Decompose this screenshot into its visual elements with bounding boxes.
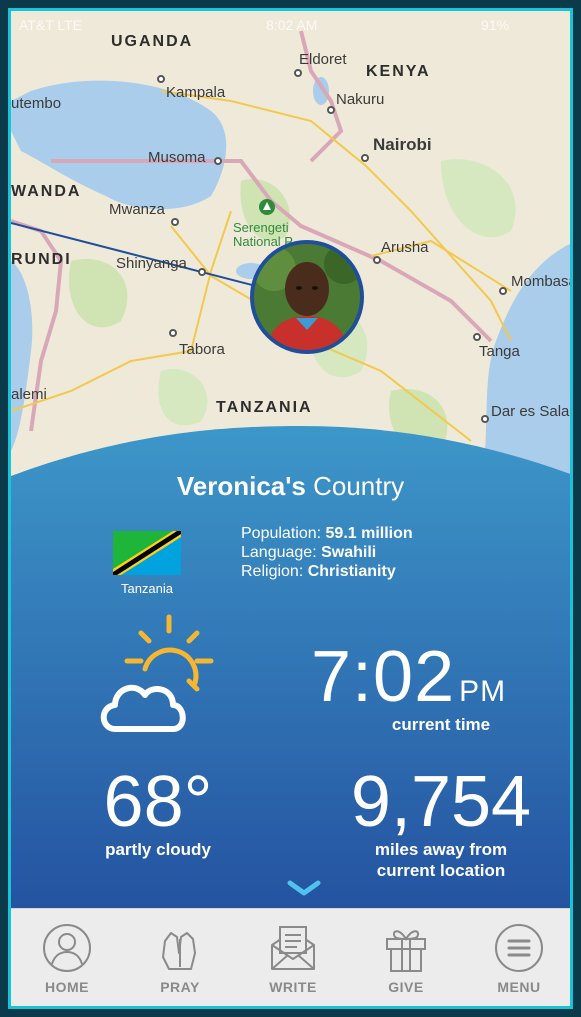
map-label-kenya: KENYA <box>366 63 431 80</box>
map-label-eldoret: Eldoret <box>299 51 347 68</box>
temperature-value: 68° <box>103 762 213 842</box>
panel-title: Veronica's Country <box>11 471 570 502</box>
time-label: current time <box>391 715 491 734</box>
tab-label: PRAY <box>160 979 200 995</box>
distance-label: miles away from current location <box>331 839 551 881</box>
country-facts: Population: 59.1 million Language: Swahi… <box>241 524 413 581</box>
city-dot <box>214 157 222 165</box>
city-dot <box>327 106 335 114</box>
tab-label: MENU <box>497 979 541 995</box>
population-value: 59.1 million <box>325 525 413 542</box>
tab-label: GIVE <box>388 979 424 995</box>
park-icon <box>259 199 275 215</box>
tab-label: HOME <box>45 979 89 995</box>
map-label-mwanza: Mwanza <box>109 201 165 218</box>
tab-label: WRITE <box>269 979 317 995</box>
gift-icon <box>386 930 426 972</box>
map-label-rwanda: WANDA <box>11 183 82 200</box>
phone-screen: AT&T LTE 8:02 AM 91% UGANDA Eldoret KENY… <box>8 8 573 1009</box>
map-label-uganda: UGANDA <box>111 33 194 50</box>
map-label-tabora: Tabora <box>179 341 225 358</box>
child-name: Veronica's <box>176 471 306 501</box>
partly-cloudy-icon <box>100 614 214 732</box>
distance-label-line1: miles away from <box>374 840 508 859</box>
local-time: 7:02 PM <box>311 636 570 718</box>
child-avatar[interactable] <box>250 240 364 354</box>
distance-value: 9,754 <box>350 762 532 842</box>
city-dot <box>169 329 177 337</box>
map-label-shinyanga: Shinyanga <box>116 255 187 272</box>
country-panel: Veronica's Country Tanzania Population: … <box>11 421 570 915</box>
map-label-entebbe: utembo <box>11 95 62 112</box>
flag-label: Tanzania <box>120 581 174 596</box>
city-dot <box>294 69 302 77</box>
language-row: Language: Swahili <box>241 543 413 562</box>
population-row: Population: 59.1 million <box>241 524 413 543</box>
city-dot <box>373 256 381 264</box>
language-value: Swahili <box>321 544 377 561</box>
chevron-down-icon[interactable] <box>286 879 322 897</box>
tab-menu[interactable]: MENU <box>463 909 570 1006</box>
population-label: Population: <box>241 525 326 542</box>
city-dot <box>198 268 206 276</box>
clock-text: 8:02 AM <box>266 17 318 33</box>
map-label-kalemie: alemi <box>11 386 47 403</box>
map-label-dar: Dar es Sala <box>491 403 570 420</box>
map-label-tanga: Tanga <box>479 343 520 360</box>
envelope-letter-icon <box>271 926 315 970</box>
city-dot <box>473 333 481 341</box>
app-frame: AT&T LTE 8:02 AM 91% UGANDA Eldoret KENY… <box>0 0 581 1017</box>
map-label-nakuru: Nakuru <box>336 91 385 108</box>
tab-give[interactable]: GIVE <box>350 909 462 1006</box>
child-photo <box>254 244 360 350</box>
person-icon <box>43 924 91 972</box>
language-label: Language: <box>241 544 322 561</box>
menu-icon <box>495 924 543 972</box>
title-suffix: Country <box>305 471 405 501</box>
carrier-text: AT&T LTE <box>19 17 83 33</box>
time-ampm: PM <box>459 675 507 708</box>
map-label-kampala: Kampala <box>166 84 226 101</box>
battery-text: 91% <box>481 17 510 33</box>
map-label-musoma: Musoma <box>148 149 206 166</box>
map-label-nairobi: Nairobi <box>373 135 432 154</box>
religion-row: Religion: Christianity <box>241 562 413 581</box>
status-bar: AT&T LTE 8:02 AM 91% <box>11 17 570 37</box>
map-label-burundi: RUNDI <box>11 251 72 268</box>
tab-write[interactable]: WRITE <box>237 909 349 1006</box>
city-dot <box>499 287 507 295</box>
bottom-tab-bar: HOME PRAY WRITE GIVE MENU <box>11 908 570 1006</box>
praying-hands-icon <box>162 932 196 970</box>
map-view[interactable]: AT&T LTE 8:02 AM 91% UGANDA Eldoret KENY… <box>11 11 570 481</box>
time-value: 7:02 <box>311 637 456 717</box>
capital-dot <box>361 154 369 162</box>
weather-label: partly cloudy <box>105 840 211 859</box>
religion-label: Religion: <box>241 563 308 580</box>
tanzania-flag-icon <box>113 531 181 575</box>
map-label-arusha: Arusha <box>381 239 429 256</box>
religion-value: Christianity <box>307 563 396 580</box>
city-dot <box>157 75 165 83</box>
map-label-tanzania: TANZANIA <box>216 399 313 416</box>
map-label-mombasa: Mombasa <box>511 273 570 290</box>
city-dot <box>171 218 179 226</box>
tab-pray[interactable]: PRAY <box>124 909 236 1006</box>
tab-home[interactable]: HOME <box>11 909 123 1006</box>
distance-label-line2: current location <box>376 861 506 880</box>
